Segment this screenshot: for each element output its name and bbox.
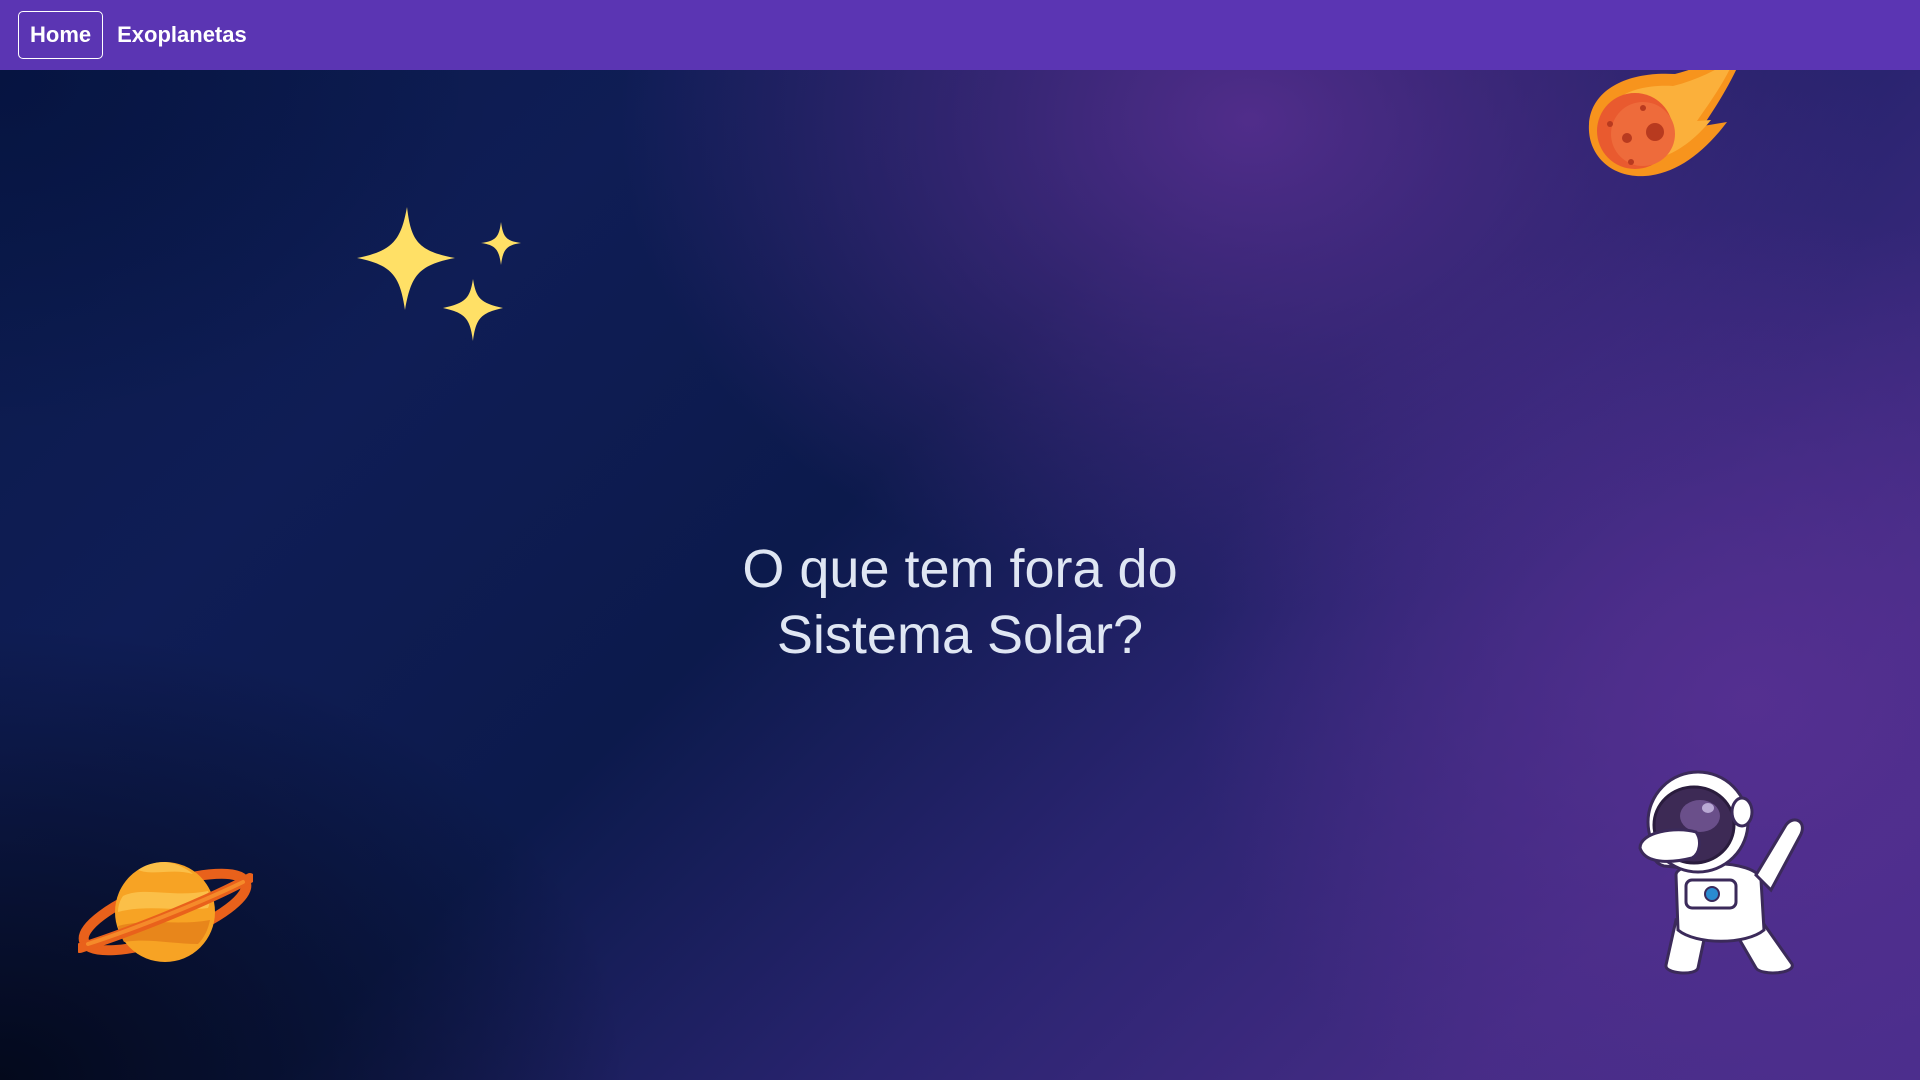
nav-home-link[interactable]: Home xyxy=(18,11,104,59)
sparkles-icon xyxy=(357,207,521,341)
page: Home Exoplanetas O que tem fora do Siste… xyxy=(0,0,1920,1080)
nav-exoplanetas-link[interactable]: Exoplanetas xyxy=(105,11,259,59)
dabbing-astronaut-illustration xyxy=(1638,770,1804,975)
top-navbar: Home Exoplanetas xyxy=(0,0,1920,70)
hero-title-line2: Sistema Solar? xyxy=(776,605,1144,665)
hero-title: O que tem fora do Sistema Solar? xyxy=(0,536,1920,668)
saturn-planet-icon xyxy=(78,862,253,962)
hero-title-line1: O que tem fora do xyxy=(742,539,1178,599)
